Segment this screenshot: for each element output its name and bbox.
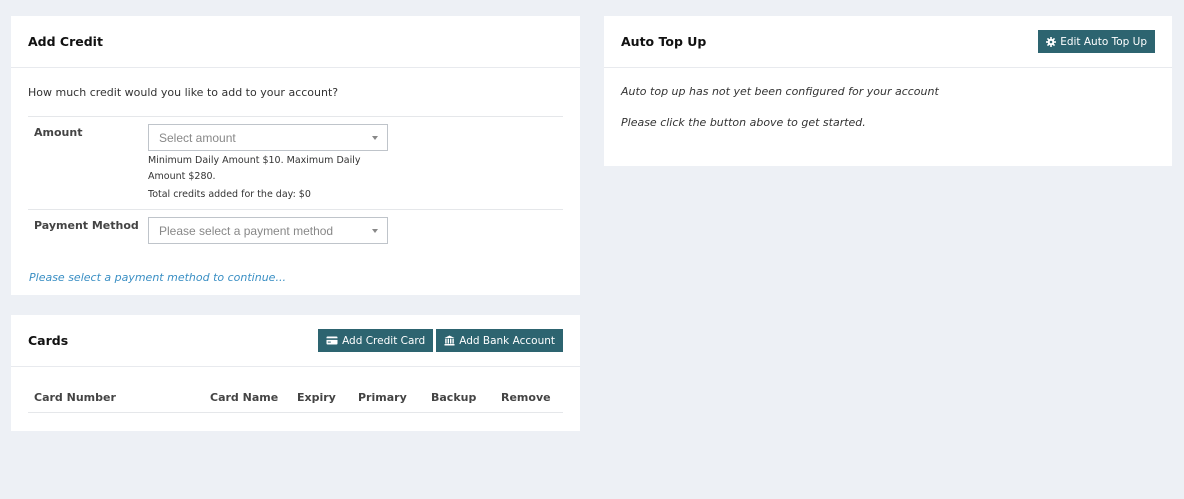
edit-auto-top-up-label: Edit Auto Top Up — [1060, 35, 1147, 48]
mouse-cursor-icon — [787, 493, 795, 499]
payment-label: Payment Method — [34, 219, 139, 232]
amount-help-total: Total credits added for the day: $0 — [148, 189, 311, 200]
credit-question: How much credit would you like to add to… — [28, 86, 339, 99]
add-credit-card-button[interactable]: Add Credit Card — [318, 329, 434, 352]
chevron-down-icon — [372, 135, 378, 140]
cards-panel: Cards Add Credit Card Add Bank Account C… — [11, 315, 580, 431]
column-backup: Backup — [431, 391, 477, 404]
amount-select-placeholder: Select amount — [159, 130, 236, 145]
cards-title: Cards — [28, 333, 69, 348]
cards-header: Cards Add Credit Card Add Bank Account — [11, 315, 580, 367]
auto-top-up-instruction: Please click the button above to get sta… — [621, 116, 866, 129]
auto-top-up-title: Auto Top Up — [621, 34, 707, 49]
column-primary: Primary — [358, 391, 407, 404]
payment-row: Payment Method Please select a payment m… — [28, 209, 563, 250]
add-credit-card-label: Add Credit Card — [342, 334, 426, 347]
column-expiry: Expiry — [297, 391, 336, 404]
chevron-down-icon — [372, 228, 378, 233]
credit-card-icon — [326, 336, 338, 345]
amount-help-limits: Minimum Daily Amount $10. Maximum Daily … — [148, 155, 361, 182]
edit-auto-top-up-button[interactable]: Edit Auto Top Up — [1038, 30, 1155, 53]
auto-top-up-panel: Auto Top Up Edit Auto Top Up Auto top up… — [604, 16, 1172, 166]
amount-select[interactable]: Select amount — [148, 124, 388, 151]
gear-icon — [1046, 36, 1057, 47]
auto-top-up-header: Auto Top Up Edit Auto Top Up — [604, 16, 1172, 68]
continue-message: Please select a payment method to contin… — [29, 271, 286, 284]
bank-icon — [444, 335, 455, 346]
cards-table-header: Card Number Card Name Expiry Primary Bac… — [28, 385, 563, 413]
add-bank-account-button[interactable]: Add Bank Account — [436, 329, 563, 352]
auto-top-up-status: Auto top up has not yet been configured … — [621, 85, 939, 98]
amount-row: Amount Select amount Minimum Daily Amoun… — [28, 116, 563, 209]
payment-select-placeholder: Please select a payment method — [159, 223, 334, 238]
add-bank-account-label: Add Bank Account — [459, 334, 555, 347]
column-card-number: Card Number — [34, 391, 116, 404]
add-credit-header: Add Credit — [11, 16, 580, 68]
add-credit-title: Add Credit — [28, 34, 103, 49]
payment-method-select[interactable]: Please select a payment method — [148, 217, 388, 244]
add-credit-panel: Add Credit How much credit would you lik… — [11, 16, 580, 295]
amount-label: Amount — [34, 126, 83, 139]
column-remove: Remove — [501, 391, 551, 404]
column-card-name: Card Name — [210, 391, 279, 404]
